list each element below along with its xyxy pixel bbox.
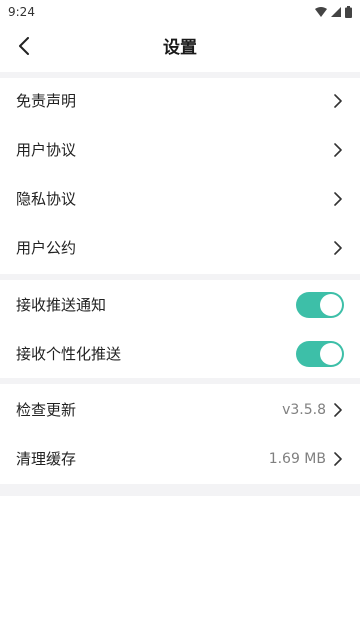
row-label: 隐私协议: [16, 190, 77, 208]
status-time: 9:24: [8, 5, 35, 19]
battery-icon: [345, 6, 352, 18]
settings-row-personalized-push: 接收个性化推送: [0, 329, 360, 378]
settings-row-privacy-agreement[interactable]: 隐私协议: [0, 174, 360, 223]
row-label: 检查更新: [16, 401, 77, 419]
settings-row-clear-cache[interactable]: 清理缓存 1.69 MB: [0, 434, 360, 483]
personalized-push-toggle[interactable]: [296, 340, 344, 367]
version-value: v3.5.8: [282, 401, 326, 418]
settings-row-user-agreement[interactable]: 用户协议: [0, 125, 360, 174]
settings-row-check-update[interactable]: 检查更新 v3.5.8: [0, 385, 360, 434]
settings-row-push-notifications: 接收推送通知: [0, 280, 360, 329]
row-label: 免责声明: [16, 92, 77, 110]
chevron-right-icon: [332, 402, 344, 417]
chevron-right-icon: [332, 191, 344, 206]
status-bar: 9:24: [0, 0, 360, 24]
row-label: 清理缓存: [16, 450, 77, 468]
settings-row-disclaimer[interactable]: 免责声明: [0, 76, 360, 125]
row-label: 用户协议: [16, 141, 77, 159]
chevron-right-icon: [332, 142, 344, 157]
chevron-right-icon: [332, 451, 344, 466]
section-divider: [0, 378, 360, 384]
cache-size-value: 1.69 MB: [268, 450, 326, 467]
row-label: 用户公约: [16, 239, 77, 257]
status-icons: [315, 6, 352, 18]
page-title: 设置: [163, 38, 197, 58]
row-label: 接收推送通知: [16, 296, 107, 314]
section-divider: [0, 484, 360, 496]
toggle-knob: [320, 342, 342, 365]
signal-icon: [331, 7, 341, 17]
wifi-icon: [315, 7, 327, 17]
chevron-right-icon: [332, 240, 344, 255]
settings-row-user-convention[interactable]: 用户公约: [0, 223, 360, 272]
chevron-right-icon: [332, 93, 344, 108]
row-label: 接收个性化推送: [16, 345, 122, 363]
header: 设置: [0, 24, 360, 72]
toggle-knob: [320, 293, 342, 316]
push-notifications-toggle[interactable]: [296, 291, 344, 318]
